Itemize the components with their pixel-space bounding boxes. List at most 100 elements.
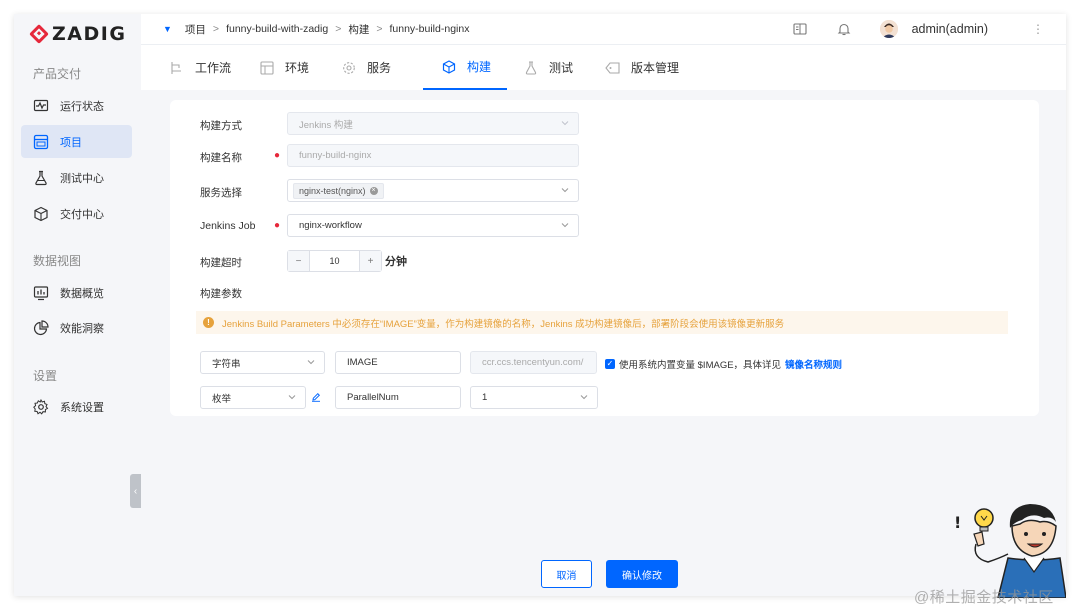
tab-label: 工作流 bbox=[195, 61, 232, 75]
jenkins-job-label: Jenkins Job bbox=[200, 220, 256, 232]
service-select[interactable]: nginx-test(nginx) × bbox=[287, 179, 579, 202]
sidebar-item-label: 项目 bbox=[60, 136, 82, 149]
sidebar-section-data-view: 数据视图 bbox=[33, 254, 82, 268]
param-name-value: ParallelNum bbox=[347, 392, 399, 403]
caret-down-icon[interactable]: ▼ bbox=[163, 24, 172, 34]
breadcrumb-item-project[interactable]: 项目 bbox=[185, 22, 206, 37]
build-timeout-label: 构建超时 bbox=[200, 257, 242, 269]
param-value-select[interactable]: 1 bbox=[470, 386, 598, 409]
sidebar-item-runtime-status[interactable]: 运行状态 bbox=[21, 89, 132, 122]
breadcrumb-separator: > bbox=[212, 23, 220, 35]
tab-environment[interactable]: 环境 bbox=[259, 45, 309, 90]
param-type-value: 字符串 bbox=[212, 358, 241, 370]
breadcrumb-item-project-name[interactable]: funny-build-with-zadig bbox=[226, 23, 328, 35]
param-type-value: 枚举 bbox=[212, 393, 232, 405]
watermark: @稀土掘金技术社区 bbox=[914, 589, 1054, 606]
tab-service[interactable]: 服务 bbox=[341, 45, 391, 90]
top-right-actions: admin(admin) ⋮ bbox=[792, 14, 1066, 44]
sidebar-item-efficiency-insight[interactable]: 效能洞察 bbox=[21, 311, 132, 344]
build-name-value: funny-build-nginx bbox=[299, 150, 372, 161]
warning-icon: ! bbox=[203, 317, 214, 328]
sidebar-collapse-handle[interactable]: ‹ bbox=[130, 474, 141, 508]
app-window: ZADIG 产品交付 运行状态 项目 测试中心 交付中心 数据视图 数据概览 效… bbox=[14, 14, 1066, 596]
increment-button[interactable]: + bbox=[360, 251, 381, 271]
chevron-down-icon bbox=[561, 121, 569, 126]
tab-workflow[interactable]: 工作流 bbox=[169, 45, 231, 90]
image-variable-alert: ! Jenkins Build Parameters 中必须存在“IMAGE”变… bbox=[196, 311, 1008, 334]
svg-text:!: ! bbox=[954, 513, 961, 532]
chevron-down-icon bbox=[561, 188, 569, 193]
edit-icon[interactable] bbox=[311, 392, 321, 402]
pie-chart-icon bbox=[33, 319, 49, 336]
environment-icon bbox=[259, 60, 274, 75]
param-name-value: IMAGE bbox=[347, 357, 378, 368]
breadcrumb-item-build-name: funny-build-nginx bbox=[389, 23, 470, 35]
workflow-icon bbox=[169, 60, 184, 75]
tab-label: 服务 bbox=[367, 61, 392, 75]
chevron-down-icon bbox=[580, 395, 588, 400]
chevron-left-icon: ‹ bbox=[133, 485, 138, 497]
service-gear-icon bbox=[341, 60, 356, 75]
sidebar-item-label: 数据概览 bbox=[60, 287, 104, 300]
sidebar-item-system-settings[interactable]: 系统设置 bbox=[21, 390, 132, 423]
chevron-down-icon bbox=[307, 360, 315, 365]
book-icon[interactable] bbox=[792, 21, 808, 37]
bell-icon[interactable] bbox=[836, 21, 852, 37]
confirm-button[interactable]: 确认修改 bbox=[606, 560, 678, 588]
logo[interactable]: ZADIG bbox=[29, 23, 127, 45]
build-method-select: Jenkins 构建 bbox=[287, 112, 579, 135]
checkbox-checked-icon[interactable]: ✓ bbox=[605, 359, 615, 369]
tab-bar: 工作流 环境 服务 构建 测试 版本管理 bbox=[141, 44, 1066, 90]
tab-label: 构建 bbox=[467, 60, 492, 74]
breadcrumb: 项目 > funny-build-with-zadig > 构建 > funny… bbox=[185, 22, 470, 37]
timeout-value[interactable]: 10 bbox=[309, 251, 360, 271]
checkbox-label: 使用系统内置变量 $IMAGE，具体详见 bbox=[619, 360, 782, 371]
tab-label: 测试 bbox=[549, 61, 574, 75]
param-name-input[interactable]: IMAGE bbox=[335, 351, 461, 374]
param-name-input[interactable]: ParallelNum bbox=[335, 386, 461, 409]
tag-close-icon[interactable]: × bbox=[369, 186, 378, 195]
delivery-box-icon bbox=[33, 206, 49, 222]
service-tag[interactable]: nginx-test(nginx) × bbox=[293, 182, 384, 199]
required-marker: ● bbox=[274, 150, 281, 161]
timeout-unit: 分钟 bbox=[385, 256, 407, 268]
tab-label: 环境 bbox=[285, 61, 310, 75]
decrement-button[interactable]: − bbox=[288, 251, 309, 271]
logo-text: ZADIG bbox=[52, 23, 127, 45]
tab-label: 版本管理 bbox=[631, 61, 680, 75]
jenkins-job-select[interactable]: nginx-workflow bbox=[287, 214, 579, 237]
chevron-down-icon bbox=[561, 223, 569, 228]
service-select-label: 服务选择 bbox=[200, 187, 242, 199]
build-params-label: 构建参数 bbox=[200, 288, 242, 300]
param-type-select[interactable]: 字符串 bbox=[200, 351, 325, 374]
build-name-label: 构建名称 bbox=[200, 152, 242, 164]
avatar[interactable] bbox=[879, 20, 898, 38]
sidebar-item-label: 运行状态 bbox=[60, 100, 104, 113]
gear-icon bbox=[33, 398, 49, 415]
sidebar-item-label: 测试中心 bbox=[60, 172, 104, 185]
sidebar-section-settings: 设置 bbox=[33, 369, 58, 383]
image-naming-rules-link[interactable]: 镜像名称规则 bbox=[785, 357, 842, 371]
more-vertical-icon[interactable]: ⋮ bbox=[1030, 21, 1046, 37]
use-builtin-image-checkbox[interactable]: ✓ 使用系统内置变量 $IMAGE，具体详见 镜像名称规则 bbox=[605, 357, 842, 371]
alert-text: Jenkins Build Parameters 中必须存在“IMAGE”变量，… bbox=[222, 318, 785, 330]
chevron-down-icon bbox=[288, 395, 296, 400]
tab-build[interactable]: 构建 bbox=[423, 45, 508, 90]
chart-monitor-icon bbox=[33, 285, 49, 301]
build-method-value: Jenkins 构建 bbox=[299, 119, 353, 131]
breadcrumb-separator: > bbox=[376, 23, 383, 35]
breadcrumb-item-build[interactable]: 构建 bbox=[348, 22, 369, 37]
sidebar-item-delivery-center[interactable]: 交付中心 bbox=[21, 197, 132, 230]
tab-version-management[interactable]: 版本管理 bbox=[605, 45, 679, 90]
sidebar-item-test-center[interactable]: 测试中心 bbox=[21, 161, 132, 194]
sidebar-item-label: 效能洞察 bbox=[60, 322, 104, 335]
username-label[interactable]: admin(admin) bbox=[912, 22, 988, 36]
build-name-input: funny-build-nginx bbox=[287, 144, 579, 167]
jenkins-job-value: nginx-workflow bbox=[299, 220, 362, 231]
tab-test[interactable]: 测试 bbox=[523, 45, 573, 90]
cancel-button[interactable]: 取消 bbox=[541, 560, 592, 588]
timeout-stepper: − 10 + bbox=[287, 250, 382, 272]
sidebar-item-project[interactable]: 项目 bbox=[21, 125, 132, 158]
param-type-select[interactable]: 枚举 bbox=[200, 386, 306, 409]
sidebar-item-data-overview[interactable]: 数据概览 bbox=[21, 276, 132, 309]
